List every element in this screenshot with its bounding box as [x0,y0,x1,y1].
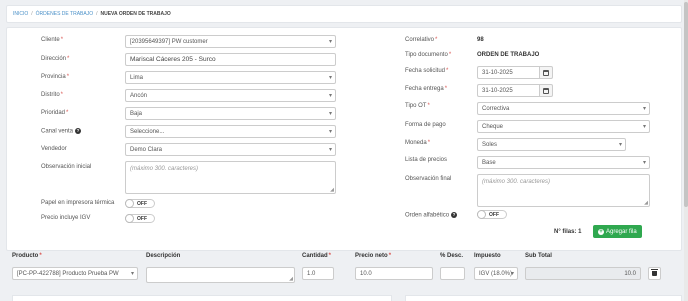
cliente-select[interactable]: [20395649397] PW customer [125,35,336,48]
info-icon[interactable]: ? [75,128,82,134]
fecha-solicitud-label: Fecha solicitud* [405,68,449,74]
calendar-icon [543,87,549,94]
moneda-label: Moneda* [405,140,431,146]
subtotal-field: 10.0 [525,267,641,280]
direccion-label: Dirección* [41,56,70,62]
forma-pago-label: Forma de pago [405,122,446,128]
orden-alfabetico-label: Orden alfabético? [405,212,458,219]
toggle-knob [125,214,134,223]
moneda-select[interactable]: Soles [477,138,626,151]
col-precio-neto-header: Precio neto* [355,253,392,259]
impuesto-select[interactable]: IGV (18.0%) [474,267,518,280]
fecha-solicitud-input[interactable]: 31-10-2025 [477,66,539,79]
observacion-final-textarea[interactable]: (máximo 300. caracteres) ◢ [477,174,650,207]
col-descripcion-header: Descripción [146,253,181,259]
fecha-solicitud-field: 31-10-2025 [477,66,553,79]
bottom-panel-left [12,295,392,301]
toggle-knob [477,210,486,219]
producto-select[interactable]: [PC-PP-422788] Producto Prueba PW [12,267,138,280]
cliente-label: Cliente* [41,37,64,43]
prioridad-label: Prioridad* [41,110,69,116]
breadcrumb-ordenes[interactable]: ÓRDENES DE TRABAJO [36,11,93,17]
provincia-label: Provincia* [41,74,70,80]
resize-grip-icon[interactable]: ◢ [330,187,334,193]
tipo-ot-select[interactable]: Correctiva [477,102,650,115]
breadcrumb-current: NUEVA ORDEN DE TRABAJO [100,11,171,17]
vendedor-select[interactable]: Demo Clara [125,143,336,156]
correlativo-label: Correlativo* [405,37,438,43]
bottom-panel-right [405,295,682,301]
resize-grip-icon[interactable]: ◢ [289,276,293,282]
resize-grip-icon[interactable]: ◢ [644,200,648,206]
breadcrumb: INICIO / ÓRDENES DE TRABAJO / NUEVA ORDE… [6,5,682,23]
plus-icon: + [598,228,604,235]
observacion-final-label: Observación final [405,176,452,182]
precio-igv-label: Precio incluye IGV [41,215,91,221]
lista-precios-select[interactable]: Base [477,156,650,169]
col-impuesto-header: Impuesto [474,253,501,259]
papel-impresora-label: Papel en impresora térmica [41,200,115,206]
canal-venta-select[interactable]: Seleccione... [125,125,336,138]
vendedor-label: Vendedor [41,146,67,152]
lista-precios-label: Lista de precios [405,157,448,163]
breadcrumb-separator: / [96,11,98,17]
col-desc-header: % Desc. [440,253,464,259]
col-cantidad-header: Cantidad* [302,253,332,259]
col-producto-header: Producto* [12,253,42,259]
precio-igv-toggle[interactable]: OFF [125,214,155,223]
add-row-button[interactable]: + Agregar fila [593,225,642,238]
breadcrumb-inicio[interactable]: INICIO [13,11,28,17]
papel-impresora-toggle[interactable]: OFF [125,199,155,208]
correlativo-value: 98 [477,37,484,43]
canal-venta-label: Canal venta? [41,128,82,135]
orden-alfabetico-toggle[interactable]: OFF [477,210,507,219]
page-scrollbar[interactable] [684,0,688,301]
prioridad-select[interactable]: Baja [125,107,336,120]
tipo-documento-value: ORDEN DE TRABAJO [477,52,540,58]
fecha-solicitud-calendar-button[interactable] [539,66,553,79]
fecha-entrega-input[interactable]: 31-10-2025 [477,84,539,97]
observacion-inicial-label: Observación inicial [41,164,92,170]
breadcrumb-separator: / [31,11,33,17]
distrito-label: Distrito* [41,92,64,98]
delete-row-button[interactable] [648,267,661,280]
forma-pago-select[interactable]: Cheque [477,120,650,133]
descuento-input[interactable] [440,267,465,280]
fecha-entrega-field: 31-10-2025 [477,84,553,97]
toggle-knob [125,199,134,208]
col-subtotal-header: Sub Total [525,253,552,259]
row-count: N° filas: 1 [554,229,582,235]
scrollbar-thumb[interactable] [684,2,688,207]
trash-icon [651,269,658,276]
calendar-icon [543,69,549,76]
direccion-input[interactable]: Mariscal Cáceres 205 - Surco [125,53,336,66]
tipo-documento-label: Tipo documento* [405,52,452,58]
fecha-entrega-label: Fecha entrega* [405,86,448,92]
info-icon[interactable]: ? [451,212,458,218]
cantidad-input[interactable]: 1.0 [302,267,334,280]
observacion-inicial-textarea[interactable]: (máximo 300. caracteres) ◢ [125,161,336,194]
precio-neto-input[interactable]: 10.0 [355,267,433,280]
provincia-select[interactable]: Lima [125,71,336,84]
tipo-ot-label: Tipo OT* [405,103,430,109]
distrito-select[interactable]: Ancón [125,89,336,102]
descripcion-textarea[interactable]: ◢ [146,267,295,283]
fecha-entrega-calendar-button[interactable] [539,84,553,97]
